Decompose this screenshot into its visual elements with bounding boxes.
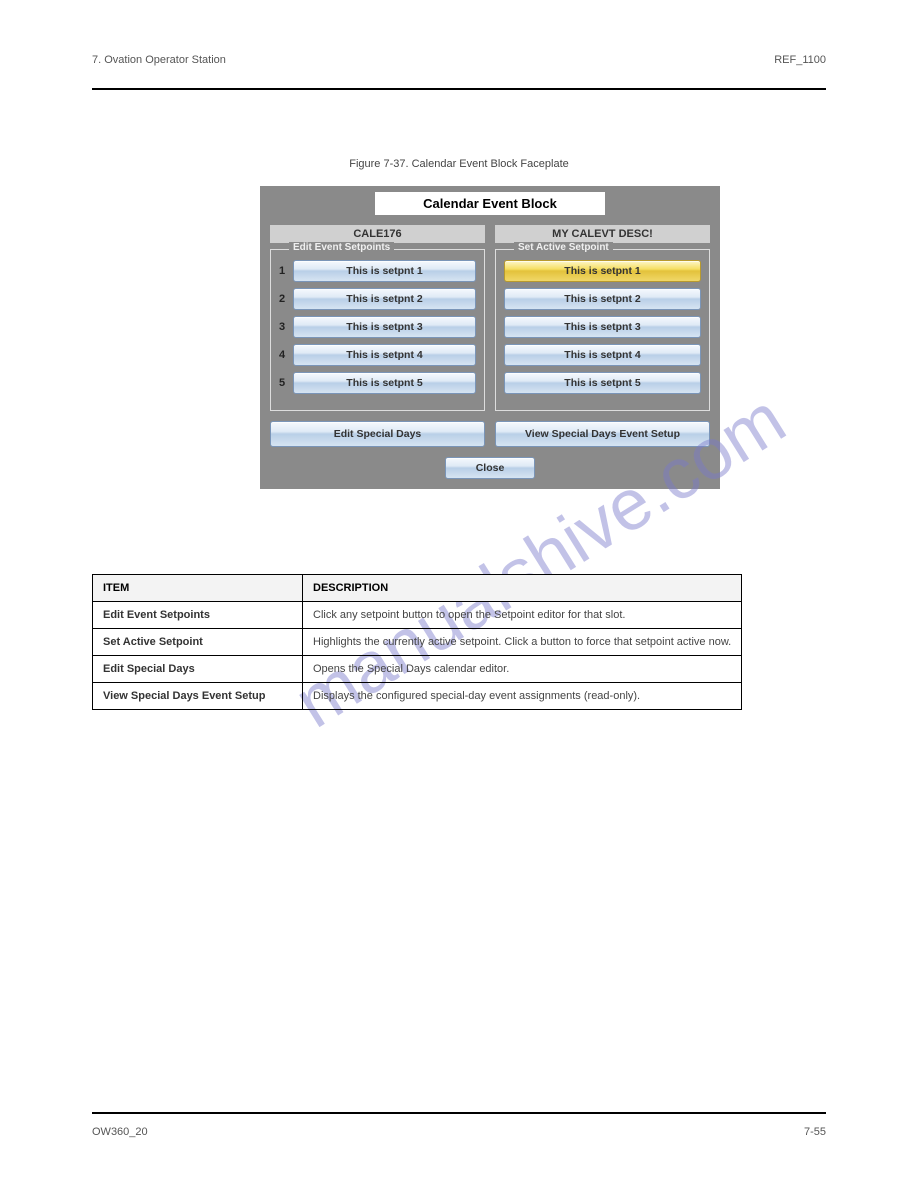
active-setpoint-fieldset: Set Active Setpoint This is setpnt 1 Thi… bbox=[495, 249, 710, 411]
table-row: Edit Special DaysOpens the Special Days … bbox=[93, 656, 742, 683]
block-desc-label: MY CALEVT DESC! bbox=[495, 225, 710, 243]
table-header-name: ITEM bbox=[93, 575, 303, 602]
active-legend: Set Active Setpoint bbox=[514, 242, 613, 253]
table-header-desc: DESCRIPTION bbox=[303, 575, 742, 602]
description-table: ITEM DESCRIPTION Edit Event SetpointsCli… bbox=[92, 574, 742, 710]
active-setpoint-4-button[interactable]: This is setpnt 4 bbox=[504, 344, 701, 366]
table-row: Set Active SetpointHighlights the curren… bbox=[93, 629, 742, 656]
edit-special-days-button[interactable]: Edit Special Days bbox=[270, 421, 485, 447]
active-column: MY CALEVT DESC! Set Active Setpoint This… bbox=[495, 225, 710, 411]
active-setpoint-2-button[interactable]: This is setpnt 2 bbox=[504, 288, 701, 310]
view-special-days-button[interactable]: View Special Days Event Setup bbox=[495, 421, 710, 447]
edit-setpoint-4-button[interactable]: This is setpnt 4 bbox=[293, 344, 476, 366]
footer-rule bbox=[92, 1112, 826, 1114]
edit-setpoint-5-button[interactable]: This is setpnt 5 bbox=[293, 372, 476, 394]
edit-setpoint-2-button[interactable]: This is setpnt 2 bbox=[293, 288, 476, 310]
edit-setpoint-3-button[interactable]: This is setpnt 3 bbox=[293, 316, 476, 338]
calendar-event-dialog: Calendar Event Block CALE176 Edit Event … bbox=[260, 186, 720, 489]
setpoint-number: 1 bbox=[279, 265, 293, 277]
page-footer: OW360_20 7-55 bbox=[92, 1126, 826, 1138]
setpoint-number: 5 bbox=[279, 377, 293, 389]
figure-caption: Figure 7-37. Calendar Event Block Facepl… bbox=[0, 158, 918, 170]
header-ref: REF_1100 bbox=[774, 54, 826, 66]
edit-setpoints-fieldset: Edit Event Setpoints 1This is setpnt 1 2… bbox=[270, 249, 485, 411]
table-row: View Special Days Event SetupDisplays th… bbox=[93, 683, 742, 710]
edit-setpoint-1-button[interactable]: This is setpnt 1 bbox=[293, 260, 476, 282]
header-rule bbox=[92, 88, 826, 90]
block-name-label: CALE176 bbox=[270, 225, 485, 243]
active-setpoint-5-button[interactable]: This is setpnt 5 bbox=[504, 372, 701, 394]
setpoint-number: 3 bbox=[279, 321, 293, 333]
footer-doc-id: OW360_20 bbox=[92, 1126, 148, 1138]
footer-page-number: 7-55 bbox=[804, 1126, 826, 1138]
edit-legend: Edit Event Setpoints bbox=[289, 242, 394, 253]
active-setpoint-3-button[interactable]: This is setpnt 3 bbox=[504, 316, 701, 338]
page-header: 7. Ovation Operator Station REF_1100 bbox=[92, 54, 826, 66]
setpoint-number: 4 bbox=[279, 349, 293, 361]
setpoint-number: 2 bbox=[279, 293, 293, 305]
active-setpoint-1-button[interactable]: This is setpnt 1 bbox=[504, 260, 701, 282]
header-section: 7. Ovation Operator Station bbox=[92, 54, 226, 66]
table-row: Edit Event SetpointsClick any setpoint b… bbox=[93, 602, 742, 629]
dialog-title: Calendar Event Block bbox=[375, 192, 605, 215]
edit-column: CALE176 Edit Event Setpoints 1This is se… bbox=[270, 225, 485, 411]
close-button[interactable]: Close bbox=[445, 457, 535, 479]
